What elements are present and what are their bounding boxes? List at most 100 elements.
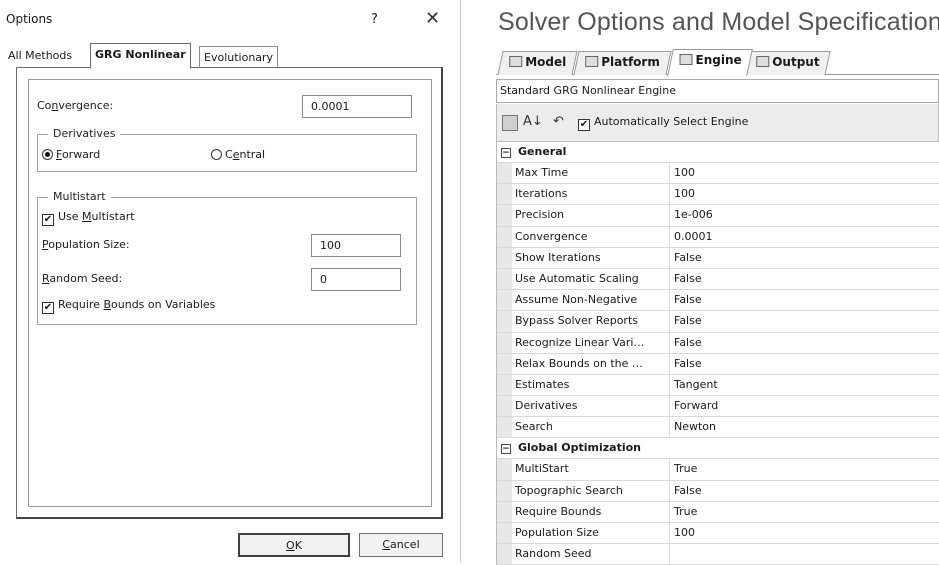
population-size-input[interactable]: 100 [311,234,401,257]
tab-model[interactable]: Model [497,51,578,75]
tab-grg-nonlinear[interactable]: GRG Nonlinear [90,43,191,69]
property-row[interactable]: Topographic Search False [497,480,939,502]
undo-icon[interactable]: ↶ [553,114,564,129]
property-row[interactable]: Bypass Solver Reports False [497,311,939,333]
alphabetical-sort-icon[interactable]: A↓ [523,114,543,129]
property-name: Topographic Search [512,480,670,501]
random-seed-input[interactable]: 0 [311,268,401,291]
property-name: Random Seed [512,544,670,565]
property-row[interactable]: Assume Non-Negative False [497,290,939,312]
row-gutter [497,226,512,247]
ok-button[interactable]: OK [238,533,350,557]
tab-engine[interactable]: Engine [667,49,753,76]
property-row[interactable]: Recognize Linear Vari… False [497,332,939,354]
tab-platform[interactable]: Platform [573,51,672,75]
row-gutter [497,205,512,226]
property-toolbar: A↓ ↶ ✔ Automatically Select Engine [496,104,939,142]
property-value[interactable]: 1e-006 [670,205,939,225]
tab-output[interactable]: Output [744,51,831,75]
categorized-view-icon[interactable] [502,115,518,131]
row-gutter [497,332,512,353]
property-value[interactable]: Tangent [670,375,939,395]
property-row[interactable]: Derivatives Forward [497,396,939,418]
row-gutter [497,353,512,374]
forward-radio[interactable]: Forward [42,148,100,161]
property-value[interactable]: False [670,248,939,268]
category-label: General [518,145,567,158]
property-name: Precision [512,205,670,226]
collapse-icon[interactable]: − [501,444,511,455]
engine-selector[interactable]: Standard GRG Nonlinear Engine [496,79,939,103]
property-name: Population Size [512,523,670,544]
property-row[interactable]: Population Size 100 [497,523,939,545]
engine-icon [679,54,693,65]
property-name: MultiStart [512,459,670,480]
property-value[interactable]: False [670,354,939,374]
property-name: Max Time [512,163,670,184]
property-row[interactable]: Precision 1e-006 [497,205,939,227]
property-value[interactable]: False [670,333,939,353]
options-frame: Convergence: 0.0001 Derivatives Forward … [28,79,432,507]
property-row[interactable]: Show Iterations False [497,247,939,269]
property-value[interactable]: False [670,290,939,310]
property-value[interactable]: False [670,269,939,289]
property-value[interactable]: 100 [670,523,939,543]
derivatives-group-title: Derivatives [48,127,121,140]
property-row[interactable]: Require Bounds True [497,501,939,523]
close-icon[interactable]: ✕ [425,8,440,29]
property-name: Assume Non-Negative [512,290,670,311]
property-value[interactable]: Forward [670,396,939,416]
property-name: Recognize Linear Vari… [512,332,670,353]
property-value[interactable]: Newton [670,417,939,437]
property-value[interactable]: True [670,502,939,522]
population-size-label: Population Size: [42,238,130,251]
use-multistart-checkbox[interactable]: ✔ Use Multistart [42,210,135,226]
property-name: Derivatives [512,396,670,417]
category-row[interactable]: − Global Optimization [497,438,939,460]
property-name: Show Iterations [512,247,670,268]
property-value[interactable]: 100 [670,184,939,204]
row-gutter [497,163,512,184]
tab-evolutionary[interactable]: Evolutionary [199,46,279,67]
central-radio[interactable]: Central [211,148,265,161]
property-value[interactable]: 0.0001 [670,227,939,247]
help-button[interactable]: ? [371,12,378,27]
row-gutter [497,417,512,438]
property-row[interactable]: Max Time 100 [497,163,939,185]
convergence-input[interactable]: 0.0001 [302,95,412,118]
property-value[interactable]: False [670,311,939,331]
model-icon [509,56,523,67]
multistart-group-title: Multistart [48,190,111,203]
property-row[interactable]: Convergence 0.0001 [497,226,939,248]
checkmark-icon: ✔ [42,302,54,314]
property-name: Use Automatic Scaling [512,268,670,290]
random-seed-label: Random Seed: [42,272,123,285]
property-name: Bypass Solver Reports [512,311,670,332]
property-name: Iterations [512,184,670,205]
property-name: Relax Bounds on the … [512,353,670,374]
category-row[interactable]: − General [497,142,939,163]
property-value[interactable]: False [670,481,939,501]
row-gutter [497,480,512,501]
row-gutter [497,247,512,268]
property-row[interactable]: Search Newton [497,417,939,439]
cancel-button[interactable]: Cancel [359,533,443,557]
property-value[interactable]: True [670,459,939,479]
dialog-title-bar: Options ? ✕ [0,0,461,38]
row-gutter [497,268,512,290]
property-row[interactable]: MultiStart True [497,459,939,481]
tab-all-methods[interactable]: All Methods [4,45,76,67]
property-value[interactable]: 100 [670,163,939,183]
row-gutter [497,544,512,565]
require-bounds-checkbox[interactable]: ✔ Require Bounds on Variables [42,298,215,314]
category-label: Global Optimization [518,441,641,455]
convergence-label: Convergence: [37,99,114,112]
property-value[interactable] [670,544,939,564]
property-row[interactable]: Estimates Tangent [497,374,939,397]
property-row[interactable]: Use Automatic Scaling False [497,268,939,291]
collapse-icon[interactable]: − [501,148,511,158]
row-gutter [497,396,512,417]
auto-select-engine-checkbox[interactable]: ✔ Automatically Select Engine [578,115,748,131]
property-row[interactable]: Iterations 100 [497,184,939,206]
property-row[interactable]: Relax Bounds on the … False [497,353,939,375]
